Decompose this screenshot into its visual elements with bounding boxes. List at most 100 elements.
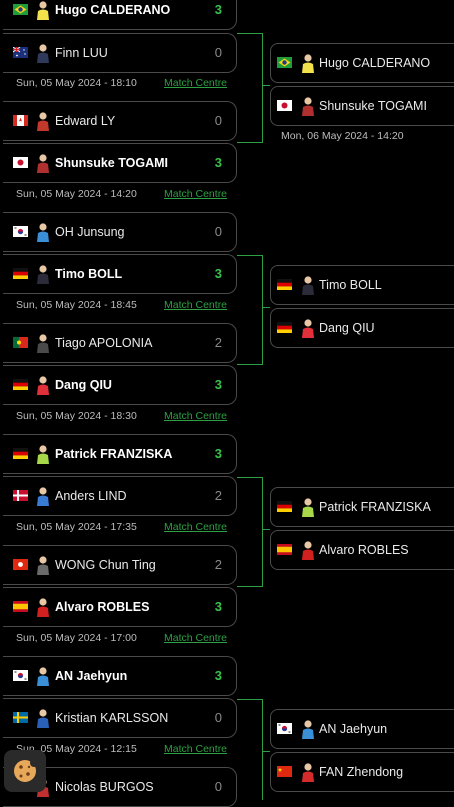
match-date: Sun, 05 May 2024 - 18:30 [16,410,137,422]
match-date: Mon, 06 May 2024 - 14:20 [281,130,404,142]
player-card-wong-chun-ting[interactable]: WONG Chun Ting 2 [3,545,237,585]
player-name: Shunsuke TOGAMI [55,156,168,170]
flag-portugal-icon [13,337,28,348]
bracket-connector [262,85,270,86]
player-avatar-icon [302,763,314,782]
player-score: 3 [214,668,222,683]
match-centre-link[interactable]: Match Centre [164,410,227,424]
player-name: Anders LIND [55,489,127,503]
player-name: Patrick FRANZISKA [319,500,431,514]
next-round-card-timo-boll[interactable]: Timo BOLL [270,265,454,305]
bracket-connector [237,255,263,256]
flag-denmark-icon [13,490,28,501]
player-avatar-icon [37,487,49,506]
player-avatar-icon [302,541,314,560]
player-avatar-icon [37,265,49,284]
cookie-settings-button[interactable] [4,750,46,792]
flag-spain-icon [13,601,28,612]
player-avatar-icon [37,667,49,686]
player-card-edward-ly[interactable]: Edward LY 0 [3,101,237,141]
player-name: Tiago APOLONIA [55,336,153,350]
player-score: 3 [214,266,222,281]
player-card-an-jaehyun[interactable]: AN Jaehyun 3 [3,656,237,696]
bracket-connector [262,307,270,308]
player-name: Edward LY [55,114,116,128]
match-centre-link[interactable]: Match Centre [164,299,227,313]
bracket-connector [237,33,263,34]
bracket-connector [237,477,263,478]
player-score: 3 [214,446,222,461]
player-score: 2 [214,488,222,503]
player-card-hugo-calderano[interactable]: Hugo CALDERANO 3 [3,0,237,30]
player-name: OH Junsung [55,225,125,239]
match-date: Sun, 05 May 2024 - 17:35 [16,521,137,533]
player-card-oh-junsung[interactable]: OH Junsung 0 [3,212,237,252]
flag-germany-icon [13,448,28,459]
player-card-patrick-franziska[interactable]: Patrick FRANZISKA 3 [3,434,237,474]
player-name: FAN Zhendong [319,765,404,779]
player-card-tiago-apolonia[interactable]: Tiago APOLONIA 2 [3,323,237,363]
player-card-dang-qiu[interactable]: Dang QIU 3 [3,365,237,405]
player-name: Hugo CALDERANO [55,3,171,17]
player-avatar-icon [37,223,49,242]
next-round-card-fan-zhendong[interactable]: FAN Zhendong [270,752,454,792]
player-card-timo-boll[interactable]: Timo BOLL 3 [3,254,237,294]
player-score: 2 [214,335,222,350]
bracket-connector [237,699,263,700]
player-avatar-icon [37,44,49,63]
match-centre-link[interactable]: Match Centre [164,521,227,535]
player-avatar-icon [37,598,49,617]
bracket-connector [237,586,263,587]
match-centre-link[interactable]: Match Centre [164,632,227,646]
flag-china-icon [277,766,292,777]
flag-japan-icon [13,157,28,168]
flag-spain-icon [277,544,292,555]
flag-canada-icon [13,115,28,126]
player-card-finn-luu[interactable]: Finn LUU 0 [3,33,237,73]
bracket-connector [262,529,270,530]
next-round-card-shunsuke-togami[interactable]: Shunsuke TOGAMI [270,86,454,126]
match-date: Sun, 05 May 2024 - 18:10 [16,77,137,89]
bracket-connector [237,364,263,365]
flag-germany-icon [13,379,28,390]
player-score: 0 [214,45,222,60]
player-name: Patrick FRANZISKA [55,447,173,461]
player-avatar-icon [37,1,49,20]
player-avatar-icon [37,556,49,575]
player-score: 0 [214,113,222,128]
match-centre-link[interactable]: Match Centre [164,77,227,91]
next-round-card-dang-qiu[interactable]: Dang QIU [270,308,454,348]
match-centre-link[interactable]: Match Centre [164,188,227,202]
next-round-card-alvaro-robles[interactable]: Alvaro ROBLES [270,530,454,570]
player-name: Timo BOLL [319,278,382,292]
player-card-kristian-karlsson[interactable]: Kristian KARLSSON 0 [3,698,237,738]
player-card-anders-lind[interactable]: Anders LIND 2 [3,476,237,516]
player-card-alvaro-robles[interactable]: Alvaro ROBLES 3 [3,587,237,627]
next-round-card-an-jaehyun[interactable]: AN Jaehyun [270,709,454,749]
bracket-connector [262,751,270,752]
flag-sweden-icon [13,712,28,723]
next-round-card-hugo-calderano[interactable]: Hugo CALDERANO [270,43,454,83]
player-score: 3 [214,599,222,614]
flag-germany-icon [13,268,28,279]
match-date: Sun, 05 May 2024 - 14:20 [16,188,137,200]
player-score: 3 [214,377,222,392]
bracket-connector [262,477,263,586]
bracket-connector [262,33,263,142]
bracket-connector [262,255,263,364]
flag-germany-icon [277,279,292,290]
flag-germany-icon [277,322,292,333]
match-date: Sun, 05 May 2024 - 17:00 [16,632,137,644]
player-avatar-icon [302,319,314,338]
player-name: AN Jaehyun [319,722,388,736]
cookie-icon [14,759,38,782]
match-centre-link[interactable]: Match Centre [164,743,227,757]
flag-korea-icon [13,670,28,681]
player-avatar-icon [37,154,49,173]
player-name: WONG Chun Ting [55,558,156,572]
next-round-card-patrick-franziska[interactable]: Patrick FRANZISKA [270,487,454,527]
player-name: Shunsuke TOGAMI [319,99,427,113]
player-name: Kristian KARLSSON [55,711,169,725]
player-score: 3 [214,155,222,170]
player-card-shunsuke-togami[interactable]: Shunsuke TOGAMI 3 [3,143,237,183]
